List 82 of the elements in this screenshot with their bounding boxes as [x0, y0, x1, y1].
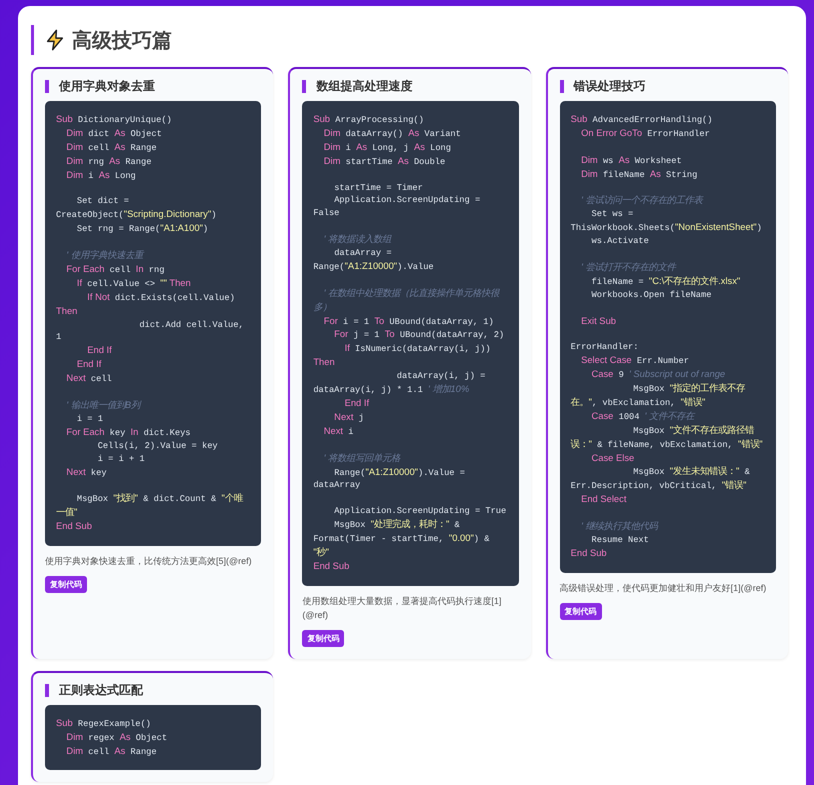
- code-line: MsgBox "处理完成，耗时：" & Format(Timer - startTime, "0.00") & "秒": [313, 518, 490, 559]
- code-line: If cell.Value <> "" Then: [76, 276, 192, 291]
- code-line: Sub ArrayProcessing(): [313, 113, 425, 127]
- code-line: i = i + 1: [96, 452, 146, 466]
- card-description: 使用字典对象快速去重，比传统方法更高效[5](@ref): [45, 555, 253, 568]
- code-line: If Not dict.Exists(cell.Value) Then: [56, 290, 236, 318]
- code-line: MsgBox "找到" & dict.Count & "个唯一值": [56, 492, 244, 520]
- code-line: End If: [76, 358, 102, 372]
- card-title: 正则表达式匹配: [45, 684, 262, 697]
- code-line: Next i: [322, 424, 354, 439]
- code-line: Sub AdvancedErrorHandling(): [570, 113, 714, 127]
- code-line: fileName = "C:\不存在的文件.xlsx": [590, 274, 742, 289]
- code-line: MsgBox "指定的工作表不存在。", vbExclamation, "错误": [570, 382, 746, 410]
- code-line: Resume Next: [590, 534, 650, 547]
- code-line: Dim dataArray() As Variant: [322, 126, 462, 141]
- code-line: For j = 1 To UBound(dataArray, 2): [333, 328, 506, 342]
- code-line: ' 尝试打开不存在的文件: [580, 260, 678, 274]
- code-line: i = 1: [76, 412, 104, 426]
- code-line: Case 1004 ' 文件不存在: [590, 410, 696, 424]
- section-title: 高级技巧篇: [72, 28, 172, 54]
- code-line: Set dict = CreateObject("Scripting.Dictionary"): [56, 195, 218, 222]
- code-line: ' 输出唯一值到B列: [65, 398, 142, 412]
- code-line: ws.Activate: [590, 235, 650, 248]
- card-description: 高级错误处理，使代码更加健壮和用户友好[1](@ref): [560, 582, 768, 595]
- code-line: Set rng = Range("A1:A100"): [76, 222, 210, 236]
- code-line: Dim rng As Range: [65, 154, 152, 169]
- code-line: Select Case Err.Number: [580, 354, 690, 368]
- code-line: startTime = Timer: [333, 182, 424, 194]
- code-line: Cells(i, 2).Value = key: [96, 440, 219, 453]
- code-line: End If: [344, 396, 370, 410]
- code-line: Workbooks.Open fileName: [590, 288, 712, 302]
- code-line: End Sub: [570, 546, 608, 560]
- code-line: For Each key In dict.Keys: [65, 426, 192, 440]
- code-line: dict.Add cell.Value, 1: [56, 318, 245, 344]
- code-line: For i = 1 To UBound(dataArray, 1): [322, 314, 495, 328]
- code-line: On Error GoTo ErrorHandler: [580, 126, 711, 141]
- code-line: dataArray = Range("A1:Z10000").Value: [313, 247, 435, 274]
- code-line: Dim ws As Worksheet: [580, 154, 683, 168]
- lightning-icon: [44, 29, 66, 51]
- code-line: ' 将数组写回单元格: [322, 452, 402, 465]
- card-title: 错误处理技巧: [560, 80, 776, 93]
- copy-code-button[interactable]: 复制代码: [45, 576, 87, 594]
- code-line: Dim i As Long: [65, 168, 137, 183]
- code-line: Sub RegexExample(): [56, 716, 152, 731]
- code-line: Application.ScreenUpdating = False: [313, 194, 482, 220]
- code-line: Next cell: [65, 372, 113, 386]
- code-line: Case 9 ' Subscript out of range: [590, 368, 726, 382]
- code-line: Exit Sub: [580, 314, 617, 328]
- code-line: Next key: [65, 466, 108, 480]
- code-line: ' 继续执行其他代码: [580, 520, 660, 534]
- code-line: ' 尝试访问一个不存在的工作表: [580, 194, 704, 208]
- card-title: 使用字典对象去重: [45, 80, 262, 93]
- copy-code-button[interactable]: 复制代码: [560, 602, 602, 620]
- code-line: ' 在数组中处理数据（比直接操作单元格快很多）: [313, 286, 501, 314]
- code-line: ' 将数据读入数组: [322, 233, 393, 246]
- code-line: If IsNumeric(dataArray(i, j)) Then: [313, 342, 492, 370]
- code-line: Sub DictionaryUnique(): [56, 113, 173, 127]
- code-line: Dim fileName As String: [580, 168, 698, 182]
- code-line: Dim cell As Range: [65, 140, 158, 155]
- code-line: Next j: [333, 410, 365, 425]
- copy-code-button[interactable]: 复制代码: [302, 630, 344, 647]
- code-line: ' 使用字典快速去重: [65, 249, 146, 262]
- code-line: dataArray(i, j) = dataArray(i, j) * 1.1 ' 增加10%: [313, 370, 486, 397]
- code-line: Application.ScreenUpdating = True: [333, 505, 508, 518]
- code-line: For Each cell In rng: [65, 262, 166, 277]
- code-line: Dim startTime As Double: [322, 154, 446, 169]
- code-line: Case Else: [590, 452, 636, 465]
- card-description: 使用数组处理大量数据，显著提高代码执行速度[1](@ref): [302, 594, 502, 622]
- code-line: Dim dict As Object: [65, 126, 163, 141]
- code-line: Dim cell As Range: [65, 744, 158, 758]
- code-line: MsgBox "文件不存在或路径错误：" & fileName, vbExclamation, "错误": [570, 424, 764, 452]
- code-line: End Select: [580, 493, 628, 506]
- code-line: MsgBox "发生未知错误：" & Err.Description, vbCritical, "错误": [570, 465, 751, 494]
- code-line: End Sub: [313, 560, 350, 573]
- code-line: Dim i As Long, j As Long: [322, 140, 452, 155]
- code-line: Dim regex As Object: [65, 730, 168, 745]
- card-title: 数组提高处理速度: [302, 80, 519, 93]
- code-line: Set ws = ThisWorkbook.Sheets("NonExistentSheet"): [570, 208, 763, 236]
- code-line: End If: [86, 344, 113, 358]
- code-line: ErrorHandler:: [570, 341, 640, 354]
- code-line: End Sub: [56, 520, 93, 534]
- code-line: Range("A1:Z10000").Value = dataArray: [313, 466, 466, 492]
